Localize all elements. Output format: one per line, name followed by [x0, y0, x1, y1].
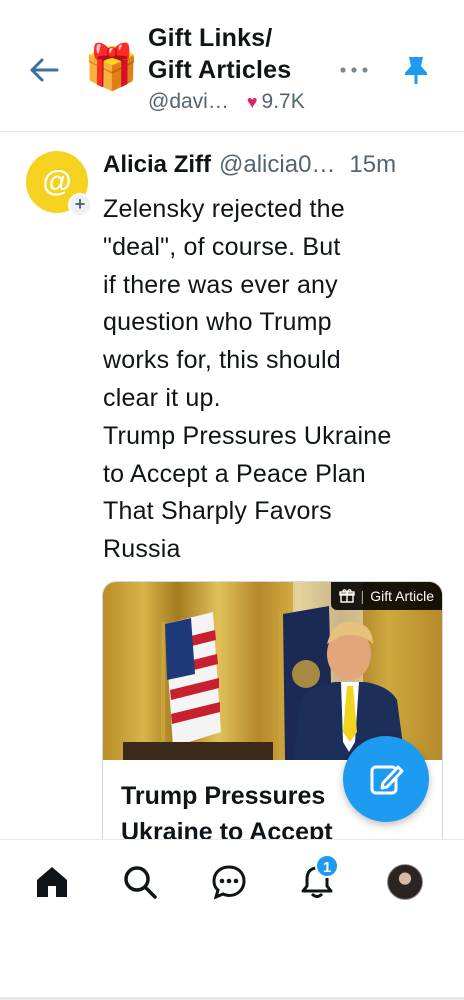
author-avatar[interactable]: @ + [26, 151, 92, 217]
pin-button[interactable] [398, 52, 434, 88]
author-row: Alicia Ziff @alicia0… 15m [103, 151, 448, 179]
post-text: Zelensky rejected the "deal", of course.… [103, 191, 423, 569]
home-icon [37, 867, 67, 897]
gift-icon [338, 589, 355, 603]
feed-meta: @davi… ♥ 9.7K [148, 90, 305, 114]
pin-icon [405, 57, 427, 84]
heart-icon: ♥ [246, 91, 258, 112]
gift-article-badge: | Gift Article [330, 582, 442, 610]
post-text-line: to Accept a Peace Plan [103, 459, 366, 488]
bottom-nav: 1 [0, 839, 464, 931]
more-button[interactable] [336, 56, 372, 84]
post-text-line: That Sharply Favors [103, 497, 332, 526]
feed-likes: 9.7K [261, 90, 305, 113]
compose-icon [370, 765, 404, 795]
post-text-line: if there was ever any [103, 270, 338, 299]
feed-title: Gift Links/ Gift Articles [148, 22, 291, 86]
compose-button[interactable] [343, 736, 429, 822]
at-sign-icon: @ [42, 165, 72, 198]
profile-avatar [387, 864, 423, 900]
post-timestamp: 15m [349, 151, 397, 178]
author-handle[interactable]: @alicia0… [219, 151, 335, 179]
post-text-line: works for, this should [103, 346, 341, 375]
feed-title-line2: Gift Articles [148, 56, 292, 84]
author-name[interactable]: Alicia Ziff [103, 151, 211, 179]
post-text-line: question who Trump [103, 308, 332, 337]
more-horizontal-icon [340, 67, 368, 73]
feed-title-line1: Gift Links/ [148, 24, 273, 52]
post-text-line: "deal", of course. But [103, 232, 341, 261]
nav-notifications[interactable]: 1 [293, 854, 341, 906]
gift-icon: 🎁 [84, 43, 139, 92]
post[interactable]: @ + Alicia Ziff @alicia0… 15m Zelensky r… [0, 133, 464, 839]
nav-home[interactable] [28, 858, 76, 906]
gift-article-label: Gift Article [370, 588, 434, 604]
back-arrow-icon [30, 58, 59, 82]
post-text-line: Trump Pressures Ukraine [103, 421, 392, 450]
follow-plus-icon[interactable]: + [68, 193, 92, 217]
nav-chat[interactable] [205, 858, 253, 906]
chat-icon [212, 865, 246, 900]
feed-creator[interactable]: @davi… [148, 90, 229, 114]
feed-header: 🎁 Gift Links/ Gift Articles @davi… ♥ 9.7… [0, 0, 464, 132]
post-text-line: Zelensky rejected the [103, 195, 345, 223]
post-text-line: Russia [103, 535, 181, 564]
article-image[interactable]: | Gift Article [103, 582, 442, 760]
post-text-line: clear it up. [103, 383, 221, 412]
nav-search[interactable] [116, 858, 164, 906]
search-icon [124, 866, 157, 899]
notification-count-badge: 1 [315, 854, 339, 878]
back-button[interactable] [24, 52, 64, 88]
nav-profile[interactable] [381, 858, 429, 906]
